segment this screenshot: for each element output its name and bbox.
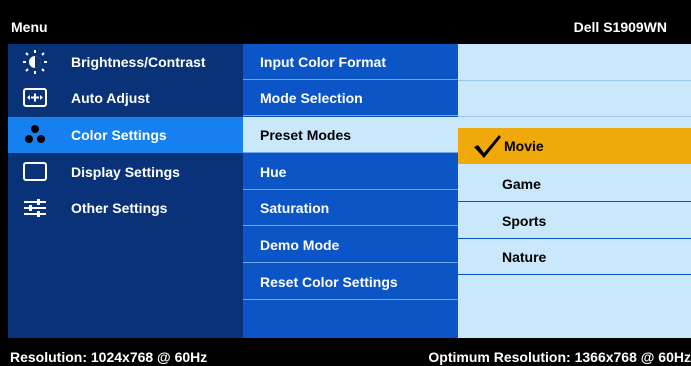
- checkmark-icon: [474, 135, 501, 158]
- menu-item-display-settings[interactable]: Display Settings: [8, 154, 243, 190]
- display-settings-icon: [23, 162, 47, 181]
- menu-item-label: Display Settings: [71, 164, 180, 180]
- submenu-item-input-color-format[interactable]: Input Color Format: [243, 44, 458, 80]
- submenu-item-label: Preset Modes: [260, 127, 352, 143]
- color-settings-icon: [25, 125, 45, 143]
- preset-option-nature[interactable]: Nature: [458, 239, 691, 275]
- current-resolution: Resolution: 1024x768 @ 60Hz: [10, 349, 208, 365]
- submenu-item-saturation[interactable]: Saturation: [243, 190, 458, 226]
- submenu-item-label: Hue: [260, 164, 287, 180]
- menu-item-brightness-contrast[interactable]: Brightness/Contrast: [8, 44, 243, 80]
- preset-option-game[interactable]: Game: [458, 166, 691, 202]
- submenu-item-label: Saturation: [260, 200, 330, 216]
- auto-adjust-icon: [23, 88, 47, 107]
- preset-option-label: Game: [502, 176, 541, 192]
- preset-option-sports[interactable]: Sports: [458, 203, 691, 239]
- preset-option-label: Sports: [502, 213, 547, 229]
- submenu-item-mode-selection[interactable]: Mode Selection: [243, 80, 458, 116]
- menu-item-label: Auto Adjust: [71, 90, 150, 106]
- osd-header: Menu Dell S1909WN: [8, 10, 691, 44]
- divider: [458, 274, 691, 275]
- submenu-item-demo-mode[interactable]: Demo Mode: [243, 227, 458, 263]
- brightness-icon: [23, 50, 47, 74]
- submenu: Input Color Format Mode Selection Preset…: [243, 44, 458, 338]
- submenu-item-label: Mode Selection: [260, 90, 363, 106]
- other-settings-icon: [24, 199, 46, 217]
- submenu-item-label: Input Color Format: [260, 54, 386, 70]
- submenu-item-label: Reset Color Settings: [260, 274, 398, 290]
- menu-item-label: Other Settings: [71, 200, 168, 216]
- menu-item-label: Color Settings: [71, 127, 167, 143]
- menu-item-color-settings[interactable]: Color Settings: [8, 117, 243, 153]
- preset-option-label: Movie: [504, 138, 544, 154]
- osd-menu: Menu Dell S1909WN Brightness/Contrast Au…: [8, 10, 691, 366]
- menu-item-label: Brightness/Contrast: [71, 54, 206, 70]
- divider: [458, 116, 691, 117]
- submenu-item-hue[interactable]: Hue: [243, 154, 458, 190]
- divider: [458, 80, 691, 81]
- preset-options-panel: Movie Game Sports Nature: [458, 44, 691, 338]
- submenu-item-preset-modes[interactable]: Preset Modes: [243, 117, 458, 153]
- status-bar: Resolution: 1024x768 @ 60Hz Optimum Reso…: [8, 348, 691, 366]
- divider: [458, 201, 691, 202]
- menu-item-other-settings[interactable]: Other Settings: [8, 190, 243, 226]
- main-menu: Brightness/Contrast Auto Adjust Color Se…: [8, 44, 243, 338]
- optimum-resolution: Optimum Resolution: 1366x768 @ 60Hz: [428, 349, 691, 365]
- preset-option-movie[interactable]: Movie: [458, 128, 691, 164]
- menu-item-auto-adjust[interactable]: Auto Adjust: [8, 80, 243, 116]
- submenu-item-label: Demo Mode: [260, 237, 340, 253]
- monitor-model: Dell S1909WN: [573, 19, 667, 35]
- submenu-item-reset-color-settings[interactable]: Reset Color Settings: [243, 264, 458, 300]
- preset-option-label: Nature: [502, 249, 547, 265]
- menu-title: Menu: [11, 19, 48, 35]
